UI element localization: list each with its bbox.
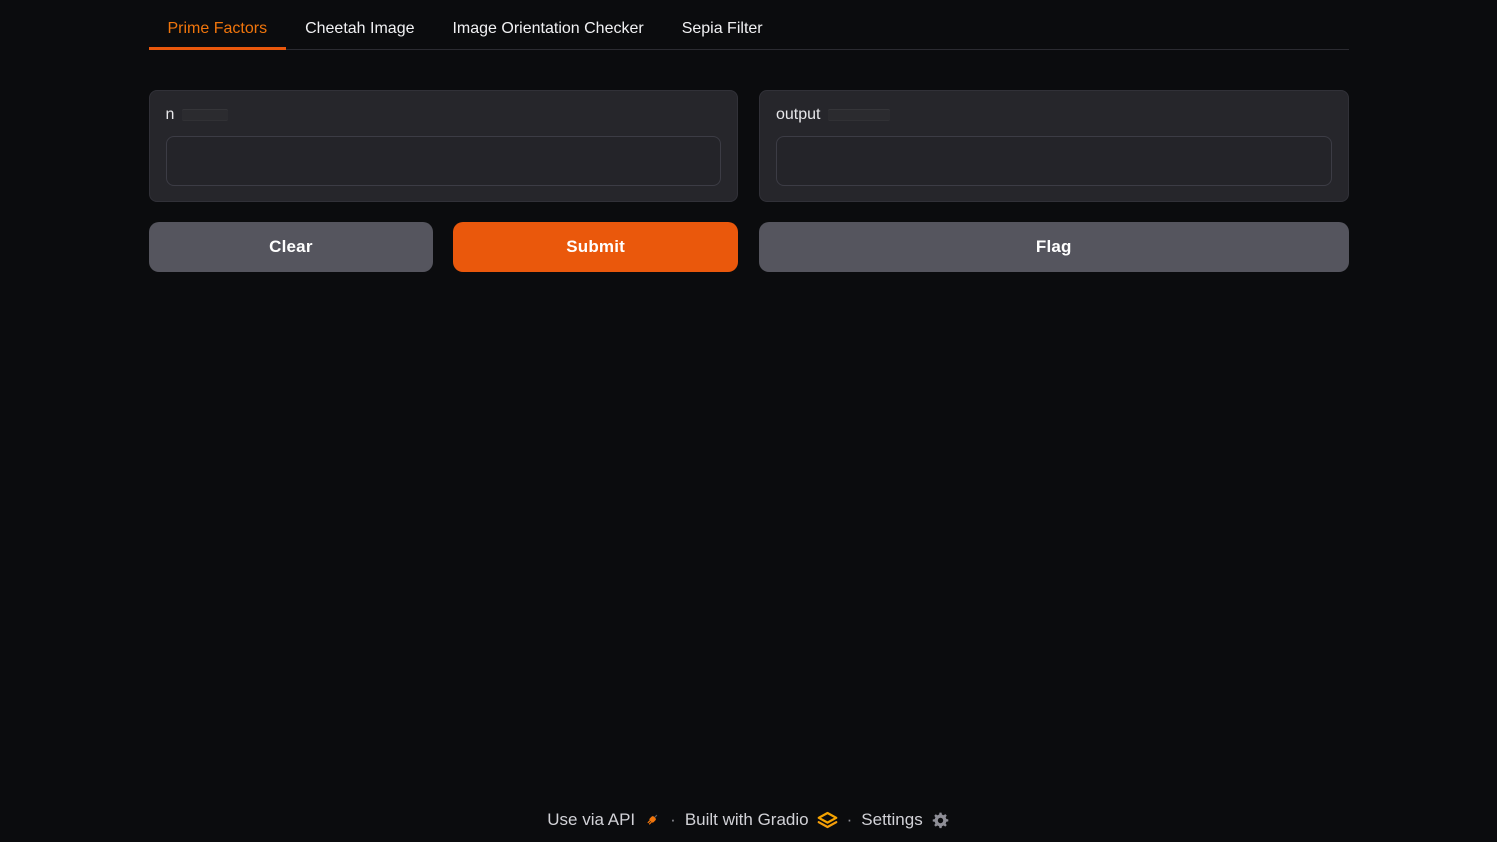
settings-label: Settings bbox=[861, 810, 922, 830]
input-buttons-row: Clear Submit bbox=[149, 222, 739, 272]
footer-separator: · bbox=[670, 810, 676, 830]
plug-icon bbox=[643, 811, 661, 829]
output-textbox[interactable] bbox=[776, 136, 1332, 186]
settings-link[interactable]: Settings bbox=[861, 810, 949, 830]
output-label-row: output bbox=[776, 105, 1332, 124]
tab-image-orientation-checker[interactable]: Image Orientation Checker bbox=[433, 10, 662, 50]
clear-button[interactable]: Clear bbox=[149, 222, 434, 272]
use-via-api-link[interactable]: Use via API bbox=[547, 810, 661, 830]
input-panel: n bbox=[149, 90, 739, 202]
input-label: n bbox=[166, 105, 175, 124]
input-label-row: n bbox=[166, 105, 722, 124]
tab-bar: Prime Factors Cheetah Image Image Orient… bbox=[149, 10, 1349, 50]
gear-icon bbox=[931, 811, 950, 830]
n-input[interactable] bbox=[166, 136, 722, 186]
tab-cheetah-image[interactable]: Cheetah Image bbox=[286, 10, 433, 50]
footer: Use via API · Built with Gradio · bbox=[0, 796, 1497, 842]
output-label: output bbox=[776, 105, 820, 124]
interface-row: n Clear Submit output Flag bbox=[149, 90, 1349, 272]
output-panel: output bbox=[759, 90, 1349, 202]
built-with-gradio-label: Built with Gradio bbox=[685, 810, 809, 830]
input-column: n Clear Submit bbox=[149, 90, 739, 272]
submit-button[interactable]: Submit bbox=[453, 222, 738, 272]
flag-button[interactable]: Flag bbox=[759, 222, 1349, 272]
label-shimmer bbox=[828, 109, 890, 121]
built-with-gradio-link[interactable]: Built with Gradio bbox=[685, 810, 838, 830]
output-buttons-row: Flag bbox=[759, 222, 1349, 272]
tab-prime-factors[interactable]: Prime Factors bbox=[149, 10, 287, 50]
app-container: Prime Factors Cheetah Image Image Orient… bbox=[149, 0, 1349, 272]
output-column: output Flag bbox=[759, 90, 1349, 272]
footer-separator: · bbox=[847, 810, 853, 830]
label-shimmer bbox=[182, 109, 228, 121]
tab-sepia-filter[interactable]: Sepia Filter bbox=[663, 10, 782, 50]
use-via-api-label: Use via API bbox=[547, 810, 635, 830]
gradio-logo-icon bbox=[817, 811, 838, 829]
